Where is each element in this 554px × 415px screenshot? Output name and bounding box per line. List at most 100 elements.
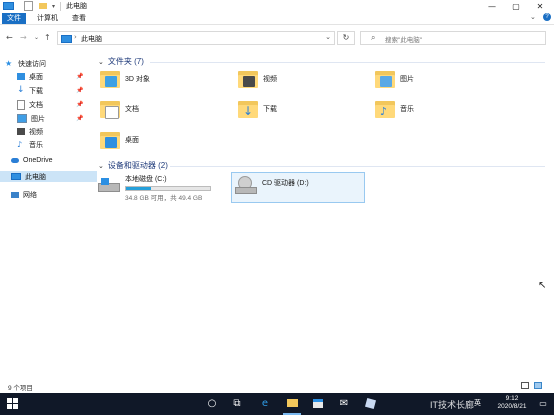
maximize-button[interactable]: ▢ xyxy=(504,0,528,12)
group-divider xyxy=(170,166,545,167)
cd-drive-icon xyxy=(235,176,257,194)
network-icon xyxy=(11,191,19,198)
collapse-chevron-icon[interactable]: ⌄ xyxy=(98,162,104,170)
forward-icon[interactable]: → xyxy=(20,33,27,42)
videos-icon xyxy=(17,128,25,135)
up-icon[interactable]: ↑ xyxy=(44,33,51,42)
watermark: IT技术长廊 xyxy=(430,400,474,410)
search-icon: ⌕ xyxy=(371,33,376,42)
input-method-indicator[interactable]: 英 xyxy=(474,398,481,408)
drive-usage-bar xyxy=(125,186,211,191)
group-divider xyxy=(150,62,545,63)
taskbar: ○ ⧉ e ✉ IT技术长廊 英 9:12 2020/8/21 ▭ xyxy=(0,393,554,415)
drive-c[interactable]: 本地磁盘 (C:) 34.8 GB 可用，共 49.4 GB xyxy=(98,174,211,202)
close-button[interactable]: ✕ xyxy=(528,0,552,12)
drive-usage-fill xyxy=(126,187,152,190)
tab-file[interactable]: 文件 xyxy=(2,13,26,24)
windows-logo-icon xyxy=(101,178,109,185)
star-icon: ★ xyxy=(5,59,13,68)
minimize-button[interactable]: — xyxy=(480,0,504,12)
folder-label: 桌面 xyxy=(125,137,139,144)
folder-downloads[interactable]: ↓ 下载 xyxy=(238,98,277,120)
mail-icon[interactable]: ✉ xyxy=(338,397,350,409)
tab-computer[interactable]: 计算机 xyxy=(32,13,63,24)
content-pane: ⌄ 文件夹 (7) 3D 对象 视频 图片 文档 ↓ 下载 ♪ 音乐 桌面 ⌄ … xyxy=(88,52,554,377)
group-header-folders[interactable]: ⌄ 文件夹 (7) xyxy=(98,56,144,67)
search-icon[interactable]: ○ xyxy=(206,397,218,409)
pin-icon[interactable]: 📌 xyxy=(76,87,83,94)
back-icon[interactable]: ← xyxy=(6,33,13,42)
edge-icon[interactable]: e xyxy=(259,397,271,409)
collapse-chevron-icon[interactable]: ⌄ xyxy=(98,58,104,66)
large-icons-view-icon[interactable] xyxy=(534,382,542,389)
documents-icon xyxy=(17,99,25,110)
pin-icon[interactable]: 📌 xyxy=(76,101,83,108)
breadcrumb-chevron-icon[interactable]: › xyxy=(74,33,77,41)
sidebar-item-label: 下载 xyxy=(29,87,43,95)
hard-drive-icon xyxy=(98,178,120,194)
download-icon: ↓ xyxy=(17,85,25,95)
cloud-icon xyxy=(11,158,19,163)
customize-toolbar-icon[interactable]: ▾ xyxy=(52,3,55,10)
store-icon[interactable] xyxy=(312,397,324,409)
details-view-icon[interactable] xyxy=(521,382,529,389)
drive-d[interactable]: CD 驱动器 (D:) xyxy=(231,172,365,203)
music-icon: ♪ xyxy=(375,98,395,120)
app-icon[interactable] xyxy=(364,397,376,409)
tab-view[interactable]: 查看 xyxy=(67,13,91,24)
clock-time: 9:12 xyxy=(505,395,519,402)
recent-locations-icon[interactable]: ⌄ xyxy=(34,34,39,41)
folder-3d-objects[interactable]: 3D 对象 xyxy=(100,68,150,90)
sidebar-item-label: 音乐 xyxy=(29,141,43,149)
documents-icon xyxy=(100,98,120,120)
folder-pictures[interactable]: 图片 xyxy=(375,68,414,90)
folder-label: 音乐 xyxy=(400,106,414,113)
address-dropdown-icon[interactable]: ⌄ xyxy=(325,33,331,41)
sidebar-item-label: 快速访问 xyxy=(18,60,46,68)
new-folder-icon[interactable] xyxy=(39,3,47,9)
sidebar-item-label: 文档 xyxy=(29,101,43,109)
clock[interactable]: 9:12 2020/8/21 xyxy=(492,395,532,411)
search-box[interactable]: ⌕ 搜索"此电脑" xyxy=(360,31,546,45)
mouse-cursor-icon: ↖ xyxy=(538,280,547,291)
sidebar-item-quick-access[interactable]: ★ 快速访问 xyxy=(0,58,91,69)
pictures-icon xyxy=(17,114,27,123)
folder-label: 图片 xyxy=(400,76,414,83)
address-bar[interactable]: › 此电脑 ⌄ xyxy=(57,31,335,45)
3d-objects-icon xyxy=(100,68,120,90)
folder-label: 视频 xyxy=(263,76,277,83)
notifications-icon[interactable]: ▭ xyxy=(537,397,549,409)
folder-videos[interactable]: 视频 xyxy=(238,68,277,90)
sidebar-item-label: 图片 xyxy=(31,115,45,123)
properties-icon[interactable] xyxy=(24,1,33,11)
start-icon[interactable] xyxy=(6,397,18,409)
group-title: 设备和驱动器 (2) xyxy=(107,161,168,170)
ribbon-tabs: 文件 计算机 查看 ⌄ ? xyxy=(0,12,554,25)
clock-date: 2020/8/21 xyxy=(497,403,527,410)
sidebar-item-this-pc[interactable]: 此电脑 xyxy=(0,171,97,182)
this-pc-icon xyxy=(61,35,72,43)
file-explorer-icon[interactable] xyxy=(286,397,298,409)
folder-documents[interactable]: 文档 xyxy=(100,98,139,120)
pin-icon[interactable]: 📌 xyxy=(76,73,83,80)
help-icon[interactable]: ? xyxy=(543,13,551,21)
folder-label: 文档 xyxy=(125,106,139,113)
expand-ribbon-icon[interactable]: ⌄ xyxy=(530,13,536,21)
drive-label: CD 驱动器 (D:) xyxy=(262,180,309,187)
sidebar-item-onedrive[interactable]: OneDrive xyxy=(0,155,97,166)
group-header-devices[interactable]: ⌄ 设备和驱动器 (2) xyxy=(98,160,168,171)
navigation-bar: ← → ⌄ ↑ › 此电脑 ⌄ ↻ ⌕ 搜索"此电脑" xyxy=(0,29,554,47)
search-placeholder: 搜索"此电脑" xyxy=(385,37,423,44)
videos-icon xyxy=(238,68,258,90)
window-title: 此电脑 xyxy=(66,3,88,10)
refresh-button[interactable]: ↻ xyxy=(337,31,355,45)
breadcrumb-this-pc[interactable]: 此电脑 xyxy=(81,34,102,44)
desktop-icon xyxy=(100,129,120,151)
sidebar-item-network[interactable]: 网络 xyxy=(0,189,97,200)
folder-music[interactable]: ♪ 音乐 xyxy=(375,98,414,120)
drive-label: 本地磁盘 (C:) xyxy=(125,176,167,183)
folder-desktop[interactable]: 桌面 xyxy=(100,129,139,151)
pin-icon[interactable]: 📌 xyxy=(76,115,83,122)
task-view-icon[interactable]: ⧉ xyxy=(231,397,243,409)
navigation-pane: ★ 快速访问 桌面 📌 ↓ 下载 📌 文档 📌 图片 📌 视频 ♪ 音乐 One… xyxy=(0,52,97,377)
